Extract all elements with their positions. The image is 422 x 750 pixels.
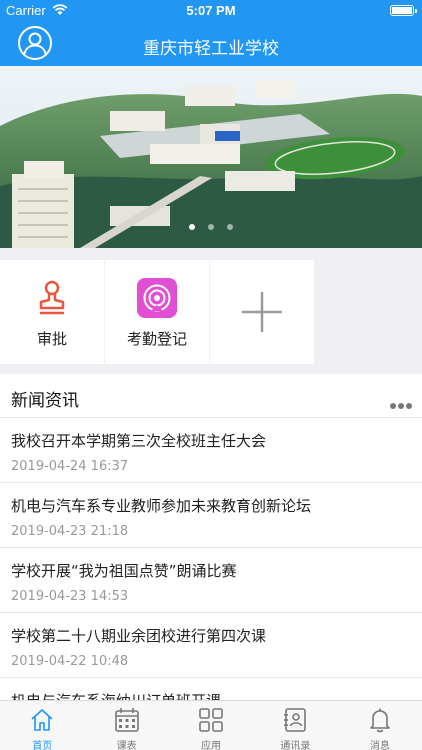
news-section: 新闻资讯 我校召开本学期第三次全校班主任大会 2019-04-24 16:37 … <box>0 374 422 700</box>
clock: 5:07 PM <box>186 3 236 18</box>
tab-apps[interactable]: 应用 <box>169 701 253 750</box>
attendance-signal-icon <box>137 278 177 318</box>
approval-tile[interactable]: 审批 <box>0 260 104 364</box>
page-title: 重庆市轻工业学校 <box>143 39 279 59</box>
plus-icon <box>242 292 282 332</box>
carousel-dot[interactable] <box>227 224 234 230</box>
tab-contacts[interactable]: 通讯录 <box>253 701 337 750</box>
carousel-dot[interactable] <box>188 224 195 230</box>
approval-label: 审批 <box>36 330 67 348</box>
news-item-title: 机电与汽车系海纳川订单班开课 <box>11 690 221 700</box>
news-header: 新闻资讯 <box>0 374 422 418</box>
news-item-title: 我校召开本学期第三次全校班主任大会 <box>11 432 267 450</box>
contacts-icon <box>284 708 307 732</box>
banner-carousel[interactable] <box>0 66 422 248</box>
attendance-label: 考勤登记 <box>126 330 187 348</box>
news-item[interactable]: 机电与汽车系专业教师参加未来教育创新论坛 2019-04-23 21:18 <box>0 483 422 548</box>
carousel-dot[interactable] <box>208 224 214 230</box>
news-item-date: 2019-04-23 21:18 <box>11 524 129 539</box>
news-item[interactable]: 学校开展“我为祖国点赞”朗诵比赛 2019-04-23 14:53 <box>0 548 422 613</box>
tab-contacts-label: 通讯录 <box>280 741 311 750</box>
tab-bar: 首页 课表 应用 通讯录 消息 <box>0 700 422 750</box>
news-item-title: 学校第二十八期业余团校进行第四次课 <box>11 627 267 645</box>
news-item-title: 学校开展“我为祖国点赞”朗诵比赛 <box>11 562 237 580</box>
news-item-date: 2019-04-23 14:53 <box>11 589 129 604</box>
news-item-title: 机电与汽车系专业教师参加未来教育创新论坛 <box>11 497 312 515</box>
navigation-bar: Carrier 5:07 PM 重庆市轻工业学校 <box>0 0 422 66</box>
news-item-date: 2019-04-24 16:37 <box>11 459 129 474</box>
status-bar: Carrier 5:07 PM <box>0 0 422 22</box>
home-icon <box>31 709 53 731</box>
calendar-icon <box>114 708 139 732</box>
news-item-date: 2019-04-22 10:48 <box>11 654 129 669</box>
more-icon[interactable] <box>388 394 412 413</box>
tab-apps-label: 应用 <box>201 741 222 750</box>
apps-grid-icon <box>199 708 223 732</box>
battery-icon <box>390 5 417 16</box>
attendance-tile[interactable]: 考勤登记 <box>105 260 209 364</box>
news-item[interactable]: 我校召开本学期第三次全校班主任大会 2019-04-24 16:37 <box>0 418 422 483</box>
news-item[interactable]: 学校第二十八期业余团校进行第四次课 2019-04-22 10:48 <box>0 613 422 678</box>
add-app-tile[interactable] <box>210 260 314 364</box>
tab-messages[interactable]: 消息 <box>338 701 422 750</box>
tab-schedule[interactable]: 课表 <box>84 701 168 750</box>
bell-icon <box>370 708 390 733</box>
stamp-icon <box>39 280 65 315</box>
tab-home-label: 首页 <box>32 741 53 750</box>
news-title: 新闻资讯 <box>11 391 79 411</box>
tab-messages-label: 消息 <box>369 741 390 750</box>
tab-schedule-label: 课表 <box>116 741 137 750</box>
quick-actions: 审批 考勤登记 <box>0 260 316 364</box>
news-item[interactable]: 机电与汽车系海纳川订单班开课 <box>0 678 422 700</box>
carousel-indicator[interactable] <box>0 215 422 234</box>
tab-home[interactable]: 首页 <box>0 701 84 750</box>
